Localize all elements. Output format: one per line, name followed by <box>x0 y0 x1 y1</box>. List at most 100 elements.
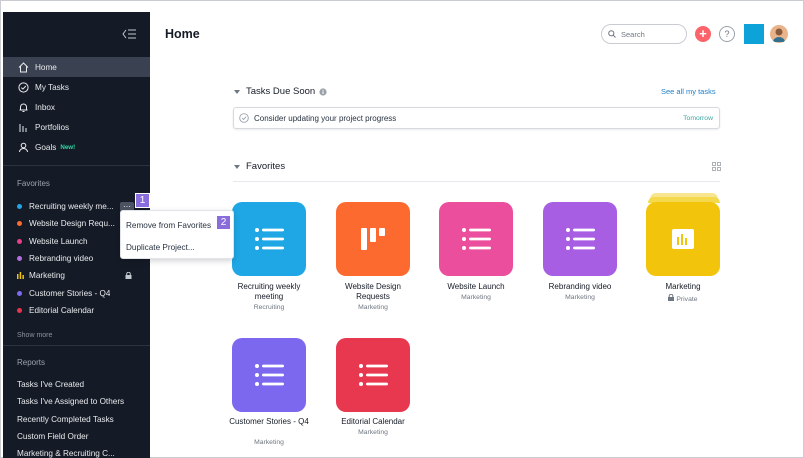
person-icon <box>17 141 29 153</box>
board-icon <box>361 228 385 250</box>
tasks-due-soon-header[interactable]: Tasks Due Soon <box>234 86 327 97</box>
project-color-dot <box>17 221 22 227</box>
project-name[interactable]: Customer Stories - Q4 <box>224 417 314 427</box>
collapse-triangle-icon <box>234 89 240 94</box>
collapse-triangle-icon <box>234 164 240 169</box>
task-row[interactable]: Consider updating your project progress … <box>233 107 720 129</box>
report-item[interactable]: Tasks I've Created <box>3 376 150 393</box>
project-team: Marketing <box>565 294 595 301</box>
favorite-item[interactable]: Customer Stories - Q4 <box>3 284 150 301</box>
portfolio-icon <box>672 229 694 249</box>
project-name[interactable]: Rebranding video <box>535 282 625 292</box>
collapse-sidebar-icon[interactable] <box>122 29 136 39</box>
lock-icon <box>668 293 675 301</box>
favorite-label: Editorial Calendar <box>29 305 95 315</box>
help-button[interactable]: ? <box>719 26 735 42</box>
favorite-item[interactable]: Editorial Calendar <box>3 302 150 319</box>
project-color-dot <box>17 290 22 296</box>
duplicate-project-item[interactable]: Duplicate Project... <box>126 240 195 254</box>
info-icon <box>319 87 327 96</box>
project-color-dot <box>17 307 22 313</box>
search-icon <box>608 30 616 38</box>
project-color-dot <box>17 238 22 244</box>
project-tile-editorial-calendar[interactable] <box>336 338 410 412</box>
project-team: Marketing <box>254 439 284 446</box>
task-name: Consider updating your project progress <box>254 113 397 123</box>
list-icon <box>255 228 284 250</box>
sidebar-item-label: My Tasks <box>35 82 69 92</box>
bell-icon <box>17 101 29 113</box>
sidebar-item-goals[interactable]: Goals New! <box>3 137 150 157</box>
list-icon <box>462 228 491 250</box>
sidebar-item-home[interactable]: Home <box>3 57 150 77</box>
sidebar-item-label: Inbox <box>35 102 56 112</box>
check-circle-icon <box>17 81 29 93</box>
search-placeholder: Search <box>621 29 645 39</box>
project-team: Recruiting <box>253 304 285 311</box>
list-icon <box>255 364 284 386</box>
sidebar-item-label: Home <box>35 62 57 72</box>
favorite-label: Marketing <box>29 271 65 281</box>
section-title: Tasks Due Soon <box>246 86 316 97</box>
report-item[interactable]: Recently Completed Tasks <box>3 411 150 428</box>
page-title: Home <box>165 27 200 41</box>
project-tile-website-design-requests[interactable] <box>336 202 410 276</box>
sidebar-divider <box>3 165 150 166</box>
report-item[interactable]: Marketing & Recruiting C... <box>3 445 150 458</box>
project-color-dot <box>17 256 22 262</box>
sidebar-item-portfolios[interactable]: Portfolios <box>3 117 150 137</box>
grid-view-icon[interactable] <box>712 162 721 171</box>
sidebar-item-label: Portfolios <box>35 122 70 132</box>
bar-chart-icon <box>17 121 29 133</box>
avatar[interactable] <box>770 25 788 43</box>
favorite-label: Recruiting weekly me... <box>29 202 114 212</box>
privacy-label: Private <box>676 296 698 303</box>
project-tile-customer-stories-q4[interactable] <box>232 338 306 412</box>
project-privacy: Private <box>638 293 728 303</box>
reports-heading: Reports <box>17 358 46 367</box>
report-item[interactable]: Custom Field Order <box>3 428 150 445</box>
show-more-link[interactable]: Show more <box>17 332 52 339</box>
favorites-section-header[interactable]: Favorites <box>234 161 285 172</box>
see-all-my-tasks-link[interactable]: See all my tasks <box>661 87 716 96</box>
sidebar-item-my-tasks[interactable]: My Tasks <box>3 77 150 97</box>
project-name[interactable]: Recruiting weekly meeting <box>224 282 314 302</box>
portfolio-bars-icon <box>17 272 24 280</box>
project-team: Marketing <box>461 294 491 301</box>
sidebar-item-inbox[interactable]: Inbox <box>3 97 150 117</box>
task-due-date: Tomorrow <box>683 115 713 122</box>
sidebar-divider <box>3 345 150 346</box>
favorite-label: Website Design Requ... <box>29 219 115 229</box>
project-tile-website-launch[interactable] <box>439 202 513 276</box>
project-tile-rebranding-video[interactable] <box>543 202 617 276</box>
project-team: Marketing <box>358 429 388 436</box>
quick-add-button[interactable]: + <box>695 26 711 42</box>
favorites-heading: Favorites <box>17 179 50 188</box>
organization-switcher[interactable] <box>744 24 764 44</box>
new-badge: New! <box>60 143 76 151</box>
home-icon <box>17 61 29 73</box>
lock-icon <box>125 272 132 280</box>
favorite-label: Rebranding video <box>29 254 94 264</box>
project-color-dot <box>17 204 22 210</box>
project-name[interactable]: Website Design Requests <box>328 282 418 302</box>
sidebar-nav: Home My Tasks Inbox Portfolios Goals New… <box>3 57 150 157</box>
reports-list: Tasks I've Created Tasks I've Assigned t… <box>3 376 150 458</box>
section-divider <box>233 181 720 182</box>
project-name[interactable]: Editorial Calendar <box>328 417 418 427</box>
step-callout-1: 1 <box>135 193 150 208</box>
favorite-label: Website Launch <box>29 236 88 246</box>
project-name[interactable]: Marketing <box>638 282 728 292</box>
app-window: Home My Tasks Inbox Portfolios Goals New… <box>0 0 804 458</box>
project-tile-recruiting-weekly-meeting[interactable] <box>232 202 306 276</box>
portfolio-tile-marketing[interactable] <box>646 202 720 276</box>
favorite-label: Customer Stories - Q4 <box>29 288 111 298</box>
report-item[interactable]: Tasks I've Assigned to Others <box>3 393 150 410</box>
sidebar-item-label: Goals <box>35 142 57 152</box>
search-input[interactable]: Search <box>601 24 687 44</box>
list-icon <box>566 228 595 250</box>
task-check-icon[interactable] <box>239 113 249 123</box>
project-name[interactable]: Website Launch <box>431 282 521 292</box>
list-icon <box>359 364 388 386</box>
favorite-item[interactable]: Marketing <box>3 267 150 284</box>
